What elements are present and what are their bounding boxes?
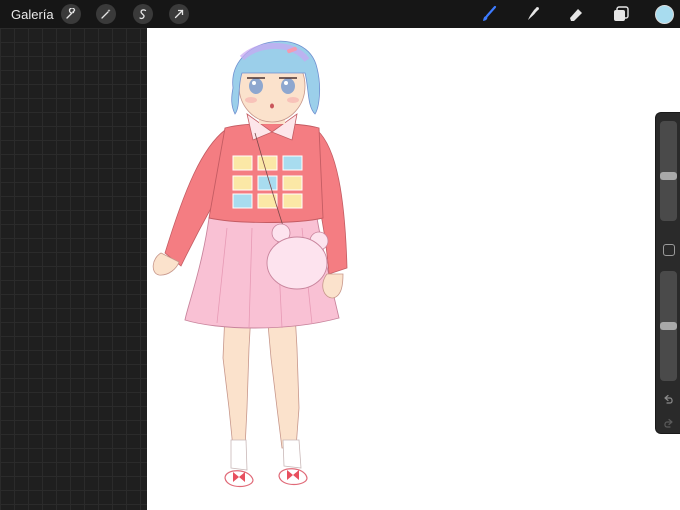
modify-button[interactable] (663, 244, 675, 256)
opacity-thumb[interactable] (660, 322, 677, 330)
brush-sidebar (655, 112, 680, 434)
color-picker-button[interactable] (655, 5, 674, 24)
wrench-icon[interactable] (61, 4, 81, 24)
selection-icon[interactable] (133, 4, 153, 24)
layers-icon[interactable] (611, 4, 631, 24)
undo-icon[interactable] (662, 393, 675, 406)
workspace-background (0, 28, 147, 510)
transform-arrow-icon[interactable] (169, 4, 189, 24)
smudge-icon[interactable] (523, 4, 543, 24)
eraser-icon[interactable] (566, 4, 586, 24)
gallery-button[interactable]: Galería (11, 7, 54, 22)
brush-icon[interactable] (479, 4, 499, 24)
brush-size-thumb[interactable] (660, 171, 677, 180)
magic-wand-icon[interactable] (96, 4, 116, 24)
opacity-slider[interactable] (660, 271, 677, 381)
redo-icon[interactable] (662, 417, 675, 430)
brush-size-slider[interactable] (660, 121, 677, 221)
anime-girl-artwork (152, 40, 348, 488)
drawing-canvas[interactable] (147, 28, 680, 510)
top-toolbar: Galería (0, 0, 680, 28)
